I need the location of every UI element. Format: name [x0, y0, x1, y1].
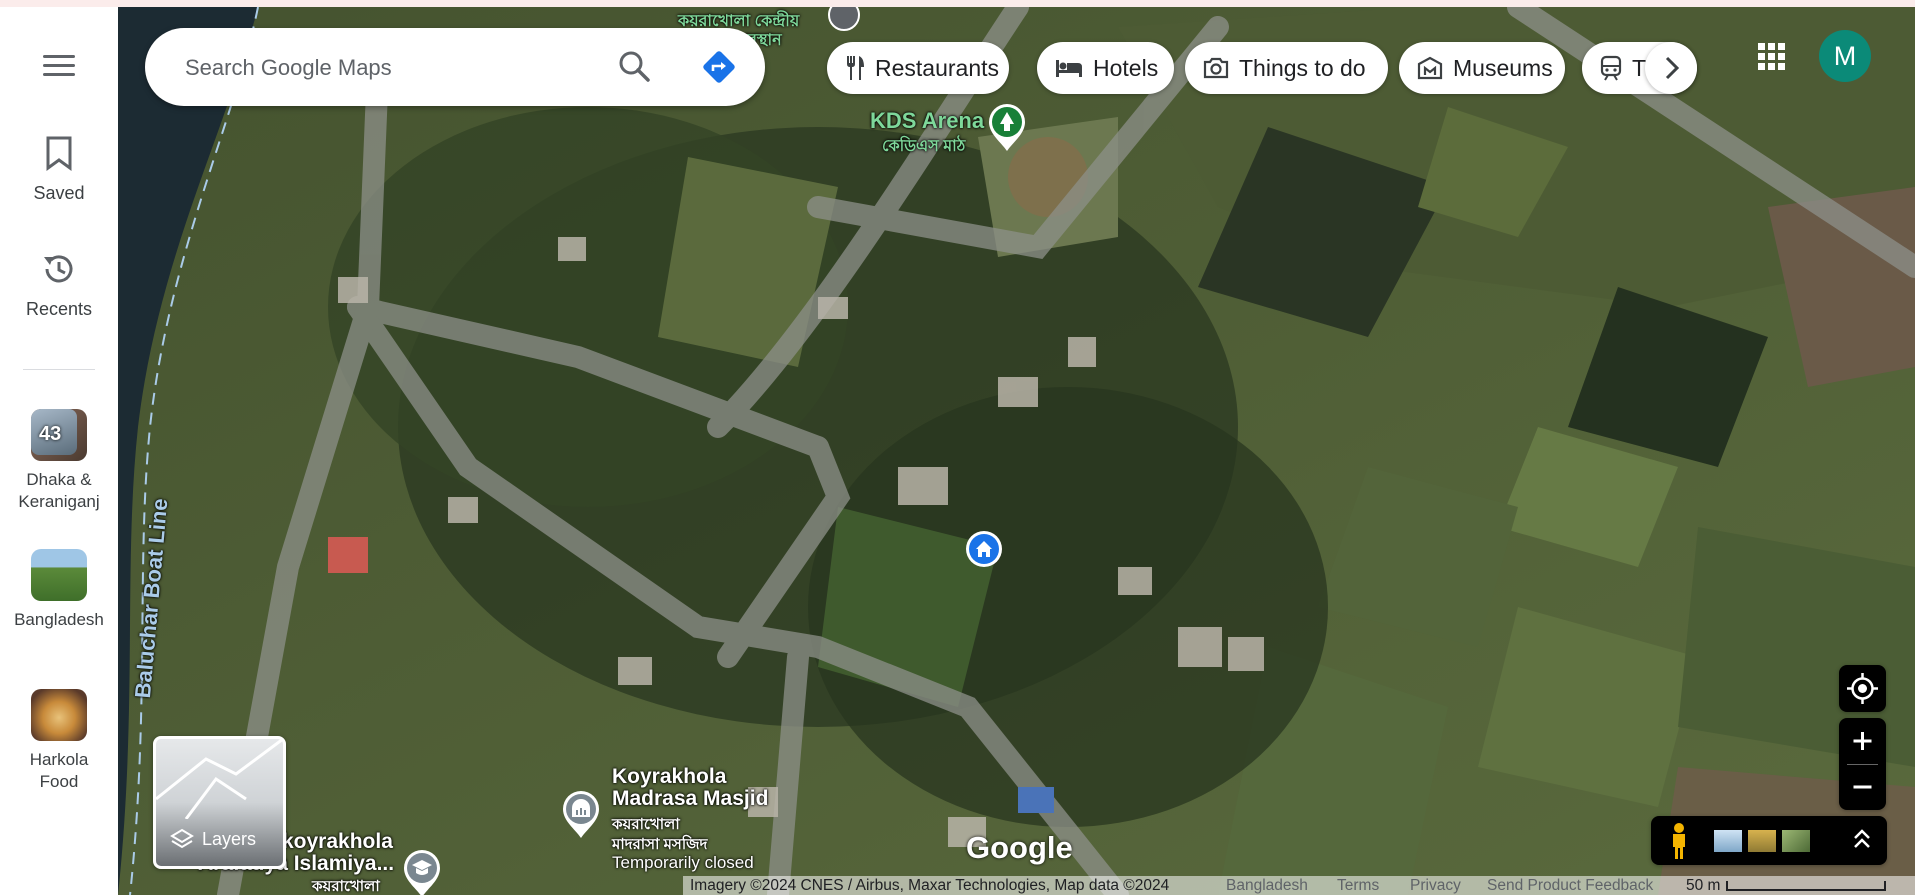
menu-button[interactable]: [0, 49, 118, 82]
imagery-thumb-3[interactable]: [1782, 830, 1810, 852]
google-watermark: Google: [966, 830, 1073, 865]
satellite-map[interactable]: কয়রাখোলা কেন্দ্রীয় কবরস্থান KDS Arena …: [118, 7, 1915, 895]
recent-place-label: Bangladesh: [14, 610, 104, 629]
saved-button[interactable]: Saved: [0, 135, 118, 204]
masjid-status: Temporarily closed: [612, 853, 754, 872]
zoom-in-button[interactable]: [1839, 718, 1886, 764]
chip-museums[interactable]: Museums: [1399, 42, 1565, 94]
my-location-button[interactable]: [1839, 665, 1886, 712]
fork-knife-icon: [847, 56, 864, 80]
zoom-controls: [1839, 718, 1886, 810]
zoom-out-button[interactable]: [1839, 764, 1886, 810]
place-thumbnail: [31, 549, 87, 601]
recent-place-harkola[interactable]: Harkola Food: [0, 689, 118, 793]
chip-label: Restaurants: [875, 54, 1000, 81]
apps-grid-icon[interactable]: [1757, 42, 1787, 77]
pegman-icon[interactable]: [1664, 821, 1694, 861]
rail-divider: [23, 369, 95, 370]
menu-icon: [43, 55, 75, 58]
terms-link[interactable]: Terms: [1337, 877, 1379, 895]
layers-button[interactable]: Layers: [153, 736, 286, 869]
side-rail: Saved Recents 43 Dhaka & Keraniganj Bang…: [0, 7, 118, 895]
feedback-link[interactable]: Send Product Feedback: [1487, 877, 1653, 895]
search-icon[interactable]: [617, 49, 653, 90]
layers-preview: [156, 739, 283, 819]
directions-icon[interactable]: [701, 49, 737, 90]
place-count-badge: 43: [39, 423, 62, 445]
expand-up-icon[interactable]: [1850, 825, 1874, 855]
scale-bar: [1726, 881, 1886, 891]
bed-icon: [1056, 60, 1082, 77]
chip-things-to-do[interactable]: Things to do: [1185, 42, 1388, 94]
recent-place-dhaka[interactable]: 43 Dhaka & Keraniganj: [0, 409, 118, 513]
search-box: [145, 28, 765, 106]
privacy-link[interactable]: Privacy: [1410, 877, 1461, 895]
top-edge: [0, 0, 1915, 7]
recents-button[interactable]: Recents: [0, 251, 118, 320]
masjid-label-line2[interactable]: Madrasa Masjid: [612, 788, 768, 810]
crosshair-icon: [1847, 673, 1878, 704]
minus-icon: [1853, 785, 1872, 789]
search-input[interactable]: [183, 48, 587, 88]
layers-label: Layers: [202, 829, 257, 849]
recent-place-label: Dhaka & Keraniganj: [18, 470, 100, 511]
chevron-right-icon: [1665, 56, 1680, 80]
camera-icon: [1203, 57, 1229, 79]
museum-icon: [1417, 56, 1443, 80]
maps-app: কয়রাখোলা কেন্দ্রীয় কবরস্থান KDS Arena …: [0, 0, 1915, 895]
country-link[interactable]: Bangladesh: [1226, 877, 1308, 895]
bookmark-icon: [46, 136, 72, 171]
recents-label: Recents: [25, 299, 93, 319]
account-avatar[interactable]: M: [1819, 30, 1871, 82]
history-icon: [44, 255, 73, 283]
chip-label: T: [1632, 54, 1647, 81]
place-thumbnail: 43: [31, 409, 87, 461]
madrasa-label[interactable]: koyrakhola: [282, 830, 393, 854]
chip-hotels[interactable]: Hotels: [1037, 42, 1174, 94]
recent-place-bangladesh[interactable]: Bangladesh: [0, 549, 118, 631]
chip-label: Things to do: [1239, 54, 1366, 81]
layers-icon: [170, 828, 194, 849]
map-extras-panel: [1651, 816, 1887, 865]
chip-restaurants[interactable]: Restaurants: [827, 42, 1009, 94]
plus-icon: [1853, 732, 1872, 750]
masjid-label[interactable]: Koyrakhola: [612, 766, 726, 788]
place-thumbnail: [31, 689, 87, 741]
map-footer: Imagery ©2024 CNES / Airbus, Maxar Techn…: [683, 876, 1915, 895]
kds-arena-bengali-label[interactable]: কেডিএস মাঠ: [882, 133, 965, 160]
scale-label[interactable]: 50 m: [1686, 877, 1720, 895]
kds-arena-label[interactable]: KDS Arena: [870, 108, 984, 134]
madrasa-bengali-label: কয়রাখোলা: [312, 878, 380, 895]
chip-label: Museums: [1453, 54, 1553, 81]
imagery-attribution: Imagery ©2024 CNES / Airbus, Maxar Techn…: [690, 877, 1170, 894]
chip-label: Hotels: [1093, 54, 1159, 81]
train-icon: [1600, 55, 1622, 81]
saved-label: Saved: [33, 183, 85, 203]
imagery-thumb-2[interactable]: [1748, 830, 1776, 852]
chips-scroll-right-button[interactable]: [1645, 42, 1697, 94]
imagery-thumb-1[interactable]: [1714, 830, 1742, 852]
recent-place-label: Harkola Food: [29, 750, 89, 791]
